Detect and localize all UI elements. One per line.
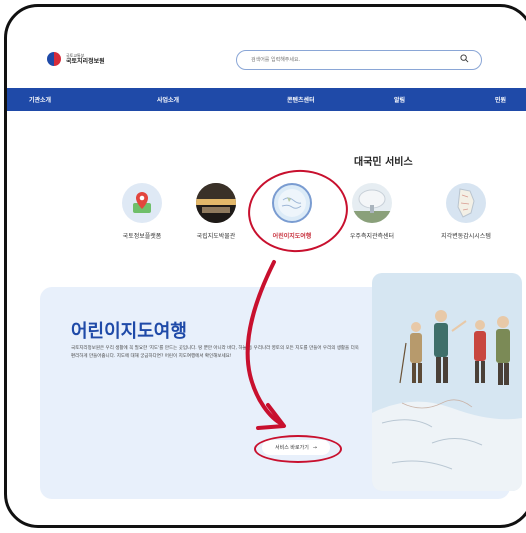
nav-item-notice[interactable]: 알림: [394, 95, 405, 104]
search-icon[interactable]: [460, 54, 469, 63]
nav-item-civil[interactable]: 민원: [495, 95, 506, 104]
highlight-circle-service: [243, 164, 353, 258]
banner-title: 어린이지도여행: [71, 321, 187, 342]
service-label: 지각변동감시시스템: [441, 233, 491, 240]
nav-item-about[interactable]: 기관소개: [29, 95, 51, 104]
nav-item-content[interactable]: 콘텐츠센터: [287, 95, 315, 104]
logo-ministry-text: 국토교통부: [66, 52, 85, 58]
map-pin-icon: [122, 183, 162, 223]
service-label: 국립지도박물관: [196, 233, 236, 240]
services-title: 대국민 서비스: [354, 157, 413, 168]
service-item-map-museum[interactable]: 국립지도박물관: [176, 183, 256, 240]
nav-item-business[interactable]: 사업소개: [157, 95, 179, 104]
main-nav: 기관소개 사업소개 콘텐츠센터 알림 민원: [7, 88, 526, 111]
taegeuk-logo-icon: [47, 52, 61, 66]
logo-agency-text: 국토지리정보원: [66, 57, 105, 65]
banner-description: 국토지리정보원은 우리 생활에 꼭 필요한 '지도'를 만드는 곳입니다. 땅 …: [71, 346, 359, 359]
highlight-circle-button: [254, 435, 342, 463]
service-label: 우주측지관측센터: [349, 233, 395, 240]
explorer-figurines-image: [372, 273, 522, 491]
search-box[interactable]: [236, 50, 482, 70]
search-input[interactable]: [249, 56, 453, 64]
screenshot-frame: 국토교통부 국토지리정보원 기관소개 사업소개 콘텐츠센터 알림 민원 대국민 …: [4, 4, 526, 528]
service-label: 국토정보플랫폼: [122, 233, 162, 240]
service-item-crustal-monitor[interactable]: 지각변동감시시스템: [426, 183, 506, 240]
satellite-dish-icon: [352, 183, 392, 223]
service-item-land-platform[interactable]: 국토정보플랫폼: [102, 183, 182, 240]
map-icon: [446, 183, 486, 223]
museum-icon: [196, 183, 236, 223]
logo[interactable]: 국토교통부 국토지리정보원: [47, 52, 105, 66]
